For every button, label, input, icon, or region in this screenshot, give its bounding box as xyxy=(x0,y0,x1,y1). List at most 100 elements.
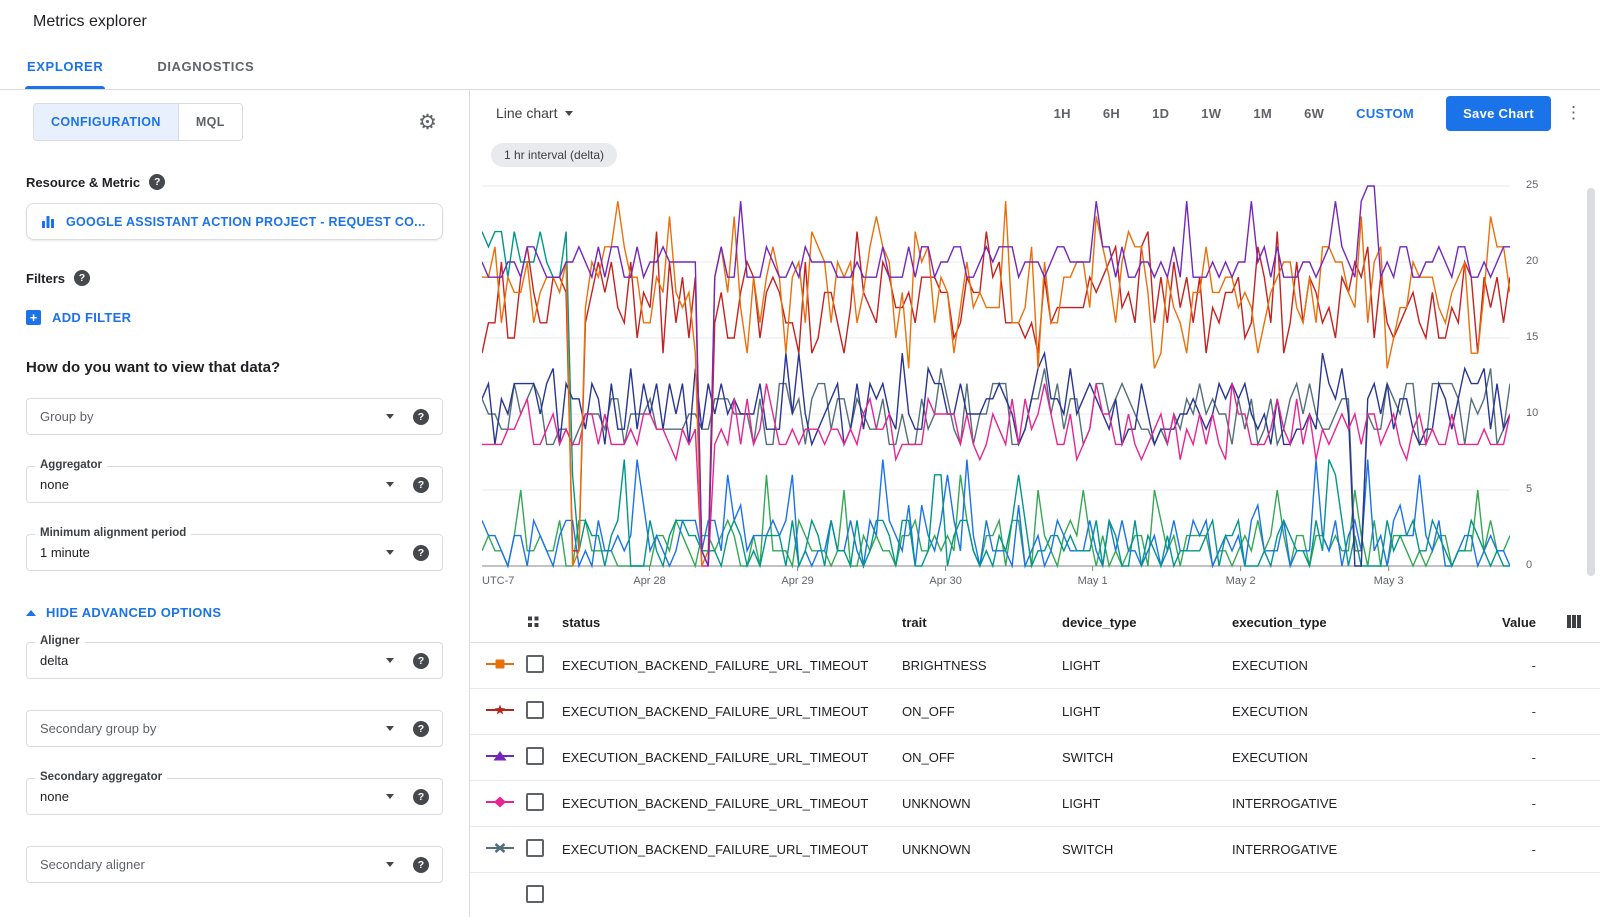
help-icon[interactable]: ? xyxy=(413,721,429,737)
configuration-tab-button[interactable]: CONFIGURATION xyxy=(34,104,178,140)
mql-tab-button[interactable]: MQL xyxy=(178,104,242,140)
secondary-aligner-field[interactable]: Secondary aligner ? xyxy=(26,846,443,883)
row-checkbox[interactable] xyxy=(526,747,544,765)
filters-label: Filters xyxy=(26,271,65,286)
trait-cell: BRIGHTNESS xyxy=(902,658,1062,673)
help-icon[interactable]: ? xyxy=(413,409,429,425)
save-chart-button[interactable]: Save Chart xyxy=(1446,96,1551,131)
tab-explorer[interactable]: EXPLORER xyxy=(0,44,130,89)
status-cell: EXECUTION_BACKEND_FAILURE_URL_TIMEOUT xyxy=(562,658,902,673)
time-range-custom[interactable]: CUSTOM xyxy=(1346,99,1424,128)
add-filter-button[interactable]: + ADD FILTER xyxy=(26,310,131,325)
series-marker-icon xyxy=(486,657,526,674)
chart-toolbar: Line chart 1H 6H 1D 1W 1M 6W CUSTOM Save Char… xyxy=(470,90,1600,136)
help-icon[interactable]: ? xyxy=(413,653,429,669)
x-axis-timezone-label: UTC-7 xyxy=(482,575,514,587)
bar-chart-icon xyxy=(41,215,55,229)
help-icon[interactable]: ? xyxy=(413,857,429,873)
min-alignment-field[interactable]: Minimum alignment period 1 minute ? xyxy=(26,534,443,571)
trait-cell: ON_OFF xyxy=(902,750,1062,765)
x-tick-label: May 2 xyxy=(1226,575,1256,587)
time-range-6h[interactable]: 6H xyxy=(1093,99,1130,128)
metric-selector-button[interactable]: GOOGLE ASSISTANT ACTION PROJECT - REQUES… xyxy=(26,203,443,240)
column-header-trait: trait xyxy=(902,615,1062,630)
x-tick-label: Apr 30 xyxy=(929,575,961,587)
chevron-down-icon xyxy=(386,550,394,555)
secondary-aligner-placeholder: Secondary aligner xyxy=(40,857,145,872)
time-range-1w[interactable]: 1W xyxy=(1191,99,1231,128)
value-cell: - xyxy=(1480,658,1540,673)
aggregator-value: none xyxy=(40,477,69,492)
resource-metric-label: Resource & Metric xyxy=(26,175,140,190)
column-header-execution-type: execution_type xyxy=(1232,615,1480,630)
y-tick-label: 25 xyxy=(1526,179,1538,191)
help-icon[interactable]: ? xyxy=(413,477,429,493)
time-range-1m[interactable]: 1M xyxy=(1243,99,1282,128)
chevron-down-icon xyxy=(386,658,394,663)
vertical-scrollbar[interactable] xyxy=(1587,188,1595,576)
drag-indicator-icon xyxy=(526,615,541,630)
secondary-aggregator-field[interactable]: Secondary aggregator none ? xyxy=(26,778,443,815)
value-cell: - xyxy=(1480,796,1540,811)
value-cell: - xyxy=(1480,750,1540,765)
table-row xyxy=(470,873,1600,917)
x-axis-labels: UTC-7 Apr 28Apr 29Apr 30May 1May 2May 3 xyxy=(482,575,1510,592)
chevron-down-icon xyxy=(386,794,394,799)
column-header-value: Value xyxy=(1480,615,1540,630)
secondary-group-by-field[interactable]: Secondary group by ? xyxy=(26,710,443,747)
aligner-field[interactable]: Aligner delta ? xyxy=(26,642,443,679)
help-icon[interactable]: ? xyxy=(413,789,429,805)
row-checkbox[interactable] xyxy=(526,885,544,903)
series-marker-icon xyxy=(486,703,526,720)
y-tick-label: 10 xyxy=(1526,407,1538,419)
group-by-field[interactable]: Group by ? xyxy=(26,398,443,435)
y-axis-labels: 0510152025 xyxy=(1518,180,1552,572)
time-range-6w[interactable]: 6W xyxy=(1294,99,1334,128)
table-row: EXECUTION_BACKEND_FAILURE_URL_TIMEOUTUNK… xyxy=(470,827,1600,873)
help-icon[interactable]: ? xyxy=(149,174,165,190)
tab-diagnostics[interactable]: DIAGNOSTICS xyxy=(130,44,281,89)
top-tab-bar: EXPLORER DIAGNOSTICS xyxy=(0,44,1600,90)
value-cell: - xyxy=(1480,704,1540,719)
time-range-1d[interactable]: 1D xyxy=(1142,99,1179,128)
table-header-row: status trait device_type execution_type … xyxy=(470,603,1600,643)
series-marker-icon xyxy=(486,749,526,766)
y-tick-label: 0 xyxy=(1526,559,1532,571)
table-row: EXECUTION_BACKEND_FAILURE_URL_TIMEOUTON_… xyxy=(470,689,1600,735)
table-row: EXECUTION_BACKEND_FAILURE_URL_TIMEOUTON_… xyxy=(470,735,1600,781)
x-tick-label: May 1 xyxy=(1078,575,1108,587)
page-title: Metrics explorer xyxy=(0,0,1600,44)
status-cell: EXECUTION_BACKEND_FAILURE_URL_TIMEOUT xyxy=(562,842,902,857)
view-data-question: How do you want to view that data? xyxy=(26,359,443,376)
series-marker-icon xyxy=(486,841,526,858)
x-tick-label: May 3 xyxy=(1374,575,1404,587)
column-header-status: status xyxy=(562,615,902,630)
chart-type-select[interactable]: Line chart xyxy=(496,105,573,121)
execution-type-cell: EXECUTION xyxy=(1232,704,1480,719)
secondary-aggregator-value: none xyxy=(40,789,69,804)
execution-type-cell: INTERROGATIVE xyxy=(1232,842,1480,857)
configuration-panel: CONFIGURATION MQL ⚙ Resource & Metric ? … xyxy=(0,90,470,917)
help-icon[interactable]: ? xyxy=(413,545,429,561)
column-header-device-type: device_type xyxy=(1062,615,1232,630)
time-range-group: 1H 6H 1D 1W 1M 6W xyxy=(1032,99,1335,128)
settings-gear-icon[interactable]: ⚙ xyxy=(418,110,437,135)
help-icon[interactable]: ? xyxy=(74,270,90,286)
time-range-1h[interactable]: 1H xyxy=(1044,99,1081,128)
line-chart[interactable]: 0510152025 xyxy=(470,180,1600,572)
trait-cell: UNKNOWN xyxy=(902,842,1062,857)
min-alignment-value: 1 minute xyxy=(40,545,90,560)
execution-type-cell: EXECUTION xyxy=(1232,658,1480,673)
row-checkbox[interactable] xyxy=(526,839,544,857)
chevron-down-icon xyxy=(565,111,573,116)
row-checkbox[interactable] xyxy=(526,655,544,673)
aggregator-field[interactable]: Aggregator none ? xyxy=(26,466,443,503)
status-cell: EXECUTION_BACKEND_FAILURE_URL_TIMEOUT xyxy=(562,704,902,719)
row-checkbox[interactable] xyxy=(526,793,544,811)
column-settings-icon[interactable] xyxy=(1564,612,1584,634)
x-tick-label: Apr 29 xyxy=(781,575,813,587)
trait-cell: UNKNOWN xyxy=(902,796,1062,811)
row-checkbox[interactable] xyxy=(526,701,544,719)
hide-advanced-options-toggle[interactable]: HIDE ADVANCED OPTIONS xyxy=(26,605,221,620)
more-options-icon[interactable]: ⋮ xyxy=(1565,103,1582,123)
